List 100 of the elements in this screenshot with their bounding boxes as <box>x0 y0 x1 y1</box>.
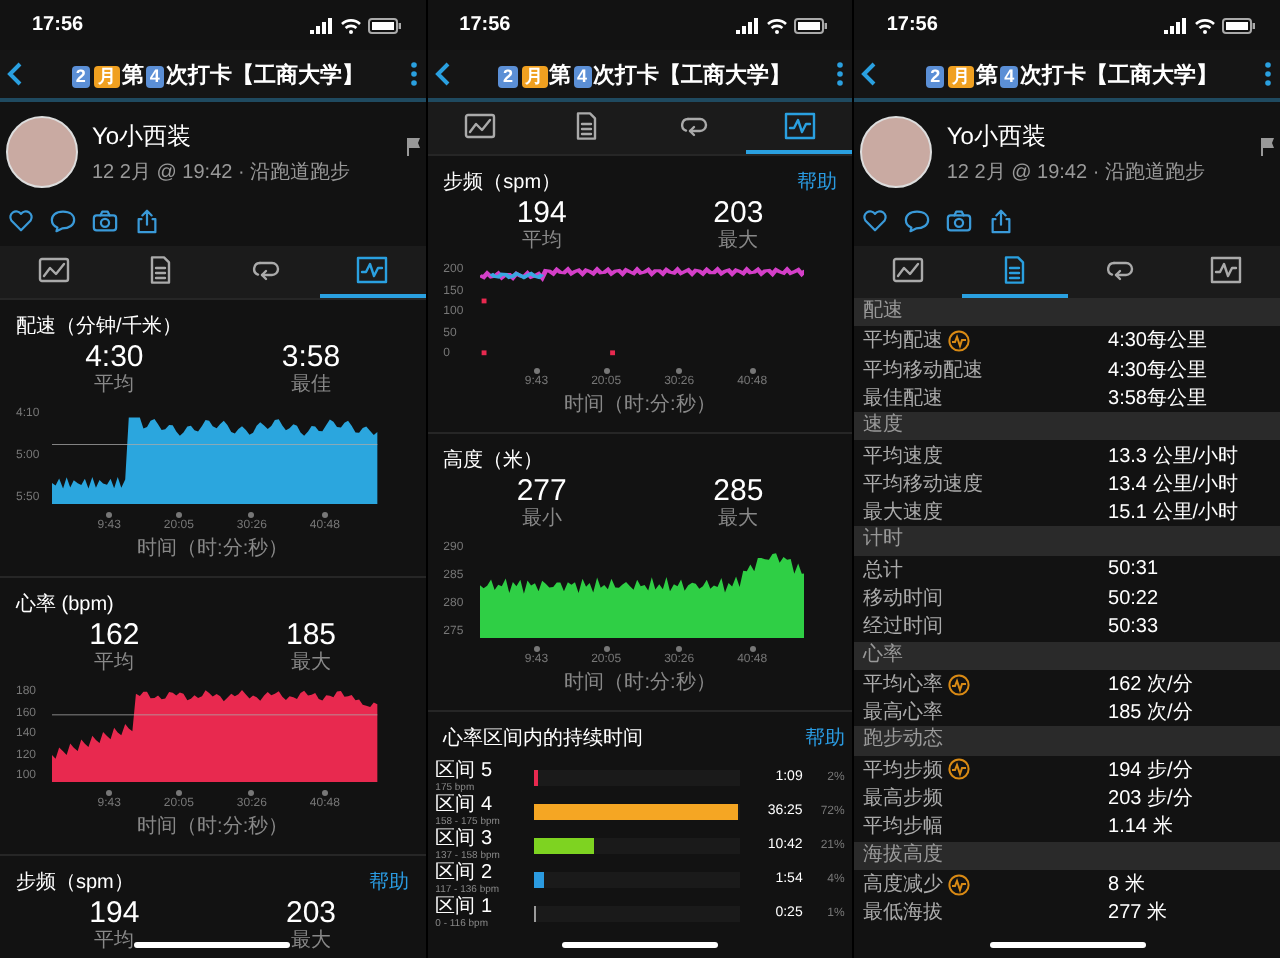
battery-icon <box>1222 17 1257 33</box>
tick-mark <box>533 368 540 374</box>
signal-icon <box>309 17 334 33</box>
camera-icon[interactable] <box>946 208 973 234</box>
wifi-icon <box>1194 17 1217 33</box>
chart-icon <box>1210 256 1243 284</box>
stat-label: 最高步频 <box>862 785 943 813</box>
back-icon[interactable] <box>6 60 26 88</box>
group-header: 计时 <box>854 526 1280 556</box>
stat-value: 8 米 <box>1108 871 1147 899</box>
stat-value: 13.3 公里/小时 <box>1108 443 1241 470</box>
stat-value: 162 次/分 <box>1108 672 1195 698</box>
stat-value: 50:31 <box>1108 558 1161 581</box>
tick-mark <box>603 646 610 652</box>
stat-value: 3:58每公里 <box>1108 386 1209 413</box>
stat-label: 最佳配速 <box>862 385 943 413</box>
tick-mark <box>749 368 756 374</box>
more-icon[interactable] <box>834 60 847 88</box>
stat-label: 高度减少 <box>862 871 943 899</box>
stat-value: 194 <box>516 198 567 230</box>
share-icon[interactable] <box>988 208 1015 234</box>
image-icon <box>891 256 924 284</box>
zone-name: 区间 4 <box>435 795 495 815</box>
loop-icon <box>677 112 710 140</box>
stat-label: 平均速度 <box>862 443 943 470</box>
help-link[interactable]: 帮助 <box>369 868 410 896</box>
stat-value: 1.14 米 <box>1108 813 1175 841</box>
stat-label: 平均心率 <box>862 671 943 698</box>
help-link[interactable]: 帮助 <box>796 168 837 196</box>
stat-value: 15.1 公里/小时 <box>1108 499 1241 527</box>
help-link[interactable]: 帮助 <box>804 724 845 752</box>
stat-label: 平均 <box>94 652 135 674</box>
section-title: 步频（spm） <box>443 169 562 196</box>
tick-mark <box>248 512 255 518</box>
back-icon[interactable] <box>433 60 454 88</box>
stat-value: 203 步/分 <box>1108 785 1195 813</box>
screen-title: 2 月 第 4 次打卡【工商大学】 <box>69 61 364 89</box>
tick-mark <box>321 790 328 796</box>
group-header: 速度 <box>854 412 1280 441</box>
stat-label: 最大 <box>718 508 759 530</box>
stat-value: 277 <box>516 476 567 508</box>
stat-label: 平均步幅 <box>862 813 943 841</box>
section-title: 配速（分钟/千米） <box>16 313 182 340</box>
section-title: 心率 (bpm) <box>16 591 114 618</box>
screen-title: 2 月 第 4 次打卡【工商大学】 <box>924 61 1219 89</box>
stat-label: 平均配速 <box>862 327 943 355</box>
stat-label: 最高心率 <box>862 699 943 727</box>
user-name: Yo小西装 <box>946 119 1048 153</box>
tick-mark <box>106 790 113 796</box>
comment-icon[interactable] <box>904 208 931 234</box>
flag-icon[interactable] <box>1260 136 1277 156</box>
camera-icon[interactable] <box>92 208 118 234</box>
chart-icon <box>356 256 389 284</box>
zone-name: 区间 5 <box>435 761 495 781</box>
tick-mark <box>533 646 540 652</box>
stat-value: 13.4 公里/小时 <box>1108 471 1241 498</box>
section-title: 心率区间内的持续时间 <box>443 725 644 752</box>
heart-icon[interactable] <box>862 208 889 234</box>
zone-name: 区间 2 <box>435 863 495 883</box>
chart-icon <box>783 112 816 140</box>
share-icon[interactable] <box>134 208 160 234</box>
tick-mark <box>749 646 756 652</box>
loop-icon <box>1104 256 1137 284</box>
tick-mark <box>321 512 328 518</box>
group-header: 心率 <box>854 641 1280 670</box>
flag-icon[interactable] <box>405 136 422 156</box>
tick-mark <box>175 512 182 518</box>
back-icon[interactable] <box>860 60 881 88</box>
activity-meta: 12 2月 @ 19:42 · 沿跑道跑步 <box>92 159 353 185</box>
more-icon[interactable] <box>1262 60 1274 88</box>
screen-title: 2 月 第 4 次打卡【工商大学】 <box>496 61 792 89</box>
stat-value: 194 <box>89 898 140 930</box>
status-time: 17:56 <box>32 14 84 36</box>
section-title: 高度（米） <box>443 447 544 474</box>
activity-meta: 12 2月 @ 19:42 · 沿跑道跑步 <box>946 159 1207 185</box>
more-icon[interactable] <box>407 60 420 88</box>
stat-label: 最小 <box>521 508 562 530</box>
tick-mark <box>248 790 255 796</box>
axis-title: 时间（时:分:秒） <box>562 669 718 696</box>
stat-value: 4:30每公里 <box>1108 328 1209 355</box>
signal-icon <box>1164 17 1189 33</box>
heart-icon[interactable] <box>8 208 34 234</box>
group-header: 跑步动态 <box>854 726 1280 756</box>
stat-value: 4:30 <box>85 342 144 374</box>
stat-label: 最大 <box>291 652 331 674</box>
stat-value: 50:33 <box>1108 615 1161 638</box>
stat-value: 162 <box>89 620 140 652</box>
stat-label: 平均 <box>94 374 135 396</box>
zone-name: 区间 1 <box>435 897 495 917</box>
loop-icon <box>249 256 282 284</box>
stat-label: 最大速度 <box>862 499 943 527</box>
stat-label: 平均 <box>521 230 562 252</box>
stat-label: 最大 <box>718 230 759 252</box>
battery-icon <box>794 17 829 33</box>
stat-value: 3:58 <box>281 342 341 374</box>
battery-icon <box>367 17 402 33</box>
stat-value: 194 步/分 <box>1108 757 1195 784</box>
tick-mark <box>106 512 113 518</box>
comment-icon[interactable] <box>50 208 76 234</box>
stat-value: 203 <box>285 898 337 930</box>
